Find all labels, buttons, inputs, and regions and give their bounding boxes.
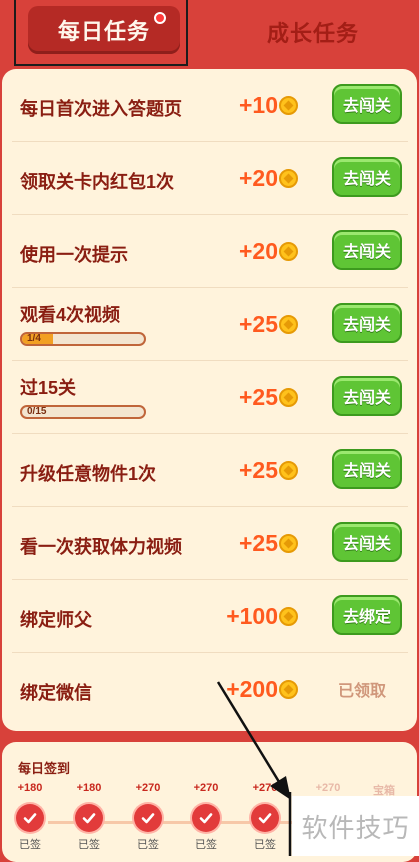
signin-reward: +270	[252, 782, 278, 794]
go-challenge-button[interactable]: 去闯关	[332, 157, 402, 197]
signin-reward: +270	[193, 782, 219, 794]
task-reward: +25	[239, 456, 298, 484]
signin-reward: +270	[135, 782, 161, 794]
task-row: 使用一次提示 +20 去闯关	[12, 215, 408, 288]
task-progress-bar: 1/4	[20, 332, 146, 346]
task-title: 绑定微信	[20, 683, 92, 703]
signin-day[interactable]: +180 已签	[63, 782, 115, 852]
coin-icon	[279, 606, 298, 626]
reward-amount: +10	[238, 91, 278, 118]
task-row: 每日首次进入答题页 +10 去闯关	[12, 69, 408, 142]
reward-amount: +200	[226, 675, 278, 702]
coin-icon	[279, 168, 298, 188]
signin-reward: +180	[76, 782, 102, 794]
tab-growth-tasks[interactable]: 成长任务	[238, 14, 388, 50]
task-reward: +25	[239, 529, 298, 557]
reward-amount: +25	[238, 310, 278, 337]
coin-icon	[279, 533, 298, 553]
task-title: 升级任意物件1次	[20, 464, 157, 484]
check-icon	[134, 804, 162, 832]
signin-label: 已签	[137, 839, 159, 851]
go-challenge-button[interactable]: 去闯关	[332, 376, 402, 416]
task-reward: +20	[239, 164, 298, 192]
signin-label: 已签	[195, 839, 217, 851]
notification-dot	[154, 12, 166, 24]
signin-label: 已签	[19, 839, 41, 851]
task-title: 每日首次进入答题页	[20, 99, 182, 119]
task-title: 领取关卡内红包1次	[20, 172, 175, 192]
go-challenge-button[interactable]: 去闯关	[332, 84, 402, 124]
task-title: 看一次获取体力视频	[20, 537, 182, 557]
reward-amount: +100	[226, 602, 278, 629]
task-list-panel: 每日首次进入答题页 +10 去闯关 领取关卡内红包1次 +20 去闯关 使用一次…	[2, 69, 417, 731]
task-reward: +10	[239, 91, 298, 119]
signin-day[interactable]: +270 已签	[239, 782, 291, 852]
reward-amount: +25	[238, 529, 278, 556]
reward-amount: +25	[238, 456, 278, 483]
task-row: 观看4次视频 1/4 +25 去闯关	[12, 288, 408, 361]
go-bind-button[interactable]: 去绑定	[332, 595, 402, 635]
task-reward: +25	[239, 310, 298, 338]
task-reward: +25	[239, 383, 298, 411]
task-row: 绑定师父 +100 去绑定	[12, 580, 408, 653]
signin-day[interactable]: +270 已签	[180, 782, 232, 852]
claimed-status: 已领取	[337, 683, 386, 700]
coin-icon	[279, 387, 298, 407]
task-title: 使用一次提示	[20, 245, 128, 265]
task-row: 升级任意物件1次 +25 去闯关	[12, 434, 408, 507]
signin-reward: +270	[315, 782, 341, 794]
coin-icon	[279, 95, 298, 115]
progress-text: 1/4	[27, 333, 41, 344]
signin-day-partial[interactable]: +270	[302, 782, 354, 794]
task-title: 观看4次视频	[20, 305, 121, 325]
signin-day[interactable]: +270 已签	[122, 782, 174, 852]
coin-icon	[279, 460, 298, 480]
task-title: 绑定师父	[20, 610, 92, 630]
coin-icon	[279, 241, 298, 261]
task-row: 看一次获取体力视频 +25 去闯关	[12, 507, 408, 580]
task-title: 过15关	[20, 378, 77, 398]
reward-amount: +25	[238, 383, 278, 410]
check-icon	[251, 804, 279, 832]
watermark: 软件技巧	[292, 796, 419, 856]
signin-label: 已签	[254, 839, 276, 851]
signin-reward: +180	[17, 782, 43, 794]
task-reward: +20	[239, 237, 298, 265]
reward-amount: +20	[238, 164, 278, 191]
signin-title: 每日签到	[18, 761, 71, 776]
signin-day[interactable]: +180 已签	[4, 782, 56, 852]
signin-label: 已签	[78, 839, 100, 851]
task-row: 领取关卡内红包1次 +20 去闯关	[12, 142, 408, 215]
reward-amount: +20	[238, 237, 278, 264]
coin-icon	[279, 314, 298, 334]
check-icon	[192, 804, 220, 832]
coin-icon	[279, 679, 298, 699]
go-challenge-button[interactable]: 去闯关	[332, 449, 402, 489]
go-challenge-button[interactable]: 去闯关	[332, 230, 402, 270]
task-row: 过15关 0/15 +25 去闯关	[12, 361, 408, 434]
task-progress-bar: 0/15	[20, 405, 146, 419]
task-reward: +200	[226, 675, 298, 703]
check-icon	[75, 804, 103, 832]
progress-text: 0/15	[27, 406, 47, 417]
task-reward: +100	[226, 602, 298, 630]
header: 每日任务 成长任务	[0, 0, 419, 66]
task-row: 绑定微信 +200 已领取	[12, 653, 408, 726]
go-challenge-button[interactable]: 去闯关	[332, 522, 402, 562]
check-icon	[16, 804, 44, 832]
go-challenge-button[interactable]: 去闯关	[332, 303, 402, 343]
